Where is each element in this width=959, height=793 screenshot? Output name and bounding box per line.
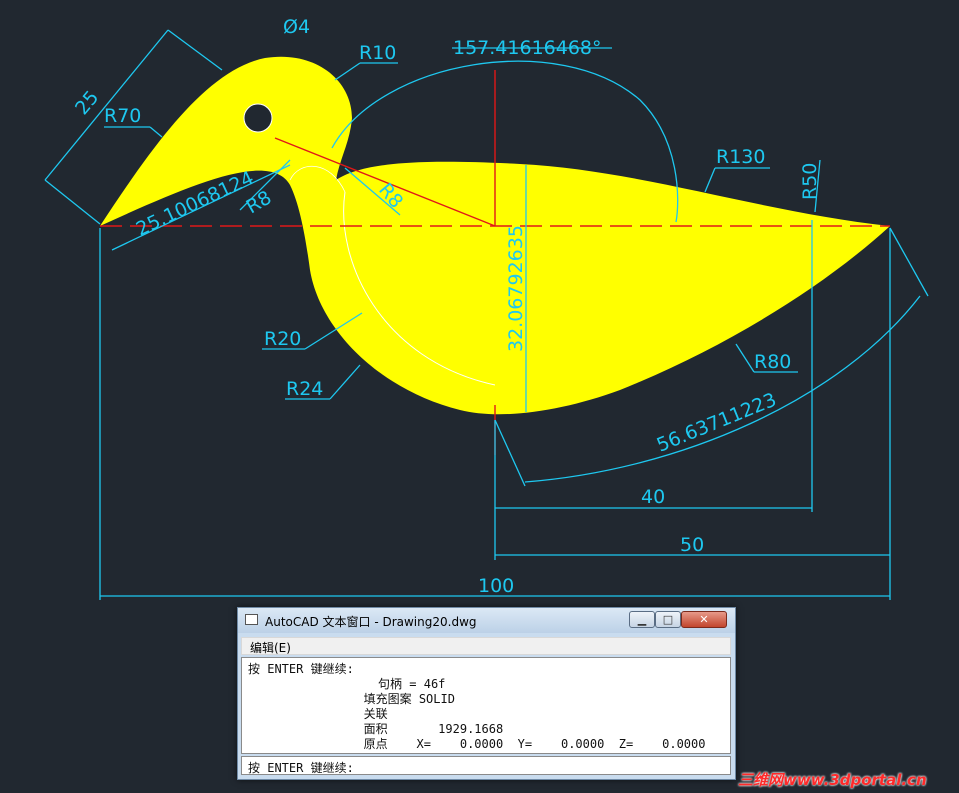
dim-r20: R20 xyxy=(264,328,301,350)
dim-40: 40 xyxy=(641,486,665,508)
menu-bar: 编辑(E) xyxy=(241,637,731,655)
minimize-button[interactable]: ▁ xyxy=(629,611,655,628)
dim-r70: R70 xyxy=(104,105,141,127)
history-line: 原点 X= 0.0000 Y= 0.0000 Z= 0.0000 xyxy=(248,737,706,751)
dim-r24: R24 xyxy=(286,378,323,400)
maximize-button[interactable]: □ xyxy=(655,611,681,628)
app-window-icon xyxy=(245,614,258,625)
dim-height: 32.06792635 xyxy=(505,225,527,352)
dim-100: 100 xyxy=(478,575,514,597)
command-input[interactable]: 按 ENTER 键继续: xyxy=(241,756,731,775)
eye-hole xyxy=(243,103,273,133)
dim-r10: R10 xyxy=(359,42,396,64)
dim-arc-length: 56.63711223 xyxy=(654,389,780,457)
autocad-text-window[interactable]: AutoCAD 文本窗口 - Drawing20.dwg ▁ □ ✕ 编辑(E)… xyxy=(237,607,736,780)
window-title-bar[interactable]: AutoCAD 文本窗口 - Drawing20.dwg ▁ □ ✕ xyxy=(238,608,735,633)
dim-angle: 157.41616468° xyxy=(453,37,602,59)
menu-edit[interactable]: 编辑(E) xyxy=(250,639,291,656)
window-title: AutoCAD 文本窗口 - Drawing20.dwg xyxy=(265,615,477,629)
command-history[interactable]: 按 ENTER 键继续: 句柄 = 46f 填充图案 SOLID 关联 面积 1… xyxy=(241,657,731,754)
site-watermark: 三维网www.3dportal.cn xyxy=(738,771,927,789)
dim-r130: R130 xyxy=(716,146,765,168)
close-button[interactable]: ✕ xyxy=(681,611,727,628)
dim-50: 50 xyxy=(680,534,704,556)
dim-hole-diameter: Ø4 xyxy=(283,16,310,38)
dim-r80: R80 xyxy=(754,351,791,373)
command-prompt: 按 ENTER 键继续: xyxy=(248,761,354,775)
dim-r50: R50 xyxy=(799,163,821,200)
